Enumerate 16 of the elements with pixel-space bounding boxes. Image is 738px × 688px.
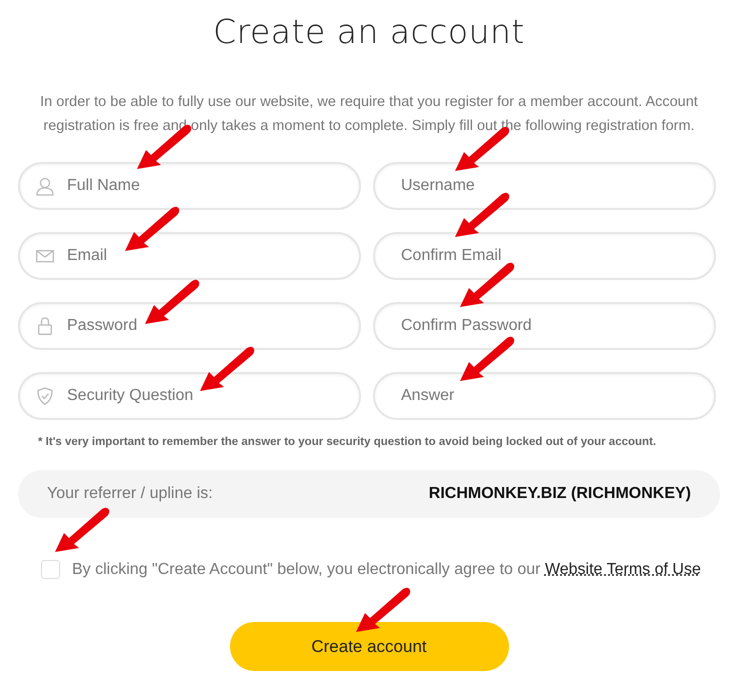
input-field[interactable]: Password [18,302,361,350]
agreement-text: By clicking "Create Account" below, you electronically agree to our Website Terms of Use [72,560,701,580]
footnote-text: * It's very important to remember the answer to your security question to avoid being locked out of your account. [38,434,658,450]
input-field[interactable]: Confirm Email [373,232,716,280]
input-field[interactable]: Email [18,232,361,280]
input-field[interactable]: Security Question [18,372,361,420]
terms-link[interactable]: Website Terms of Use [544,560,701,578]
input-field[interactable]: Full Name [18,162,361,210]
input-field[interactable]: Username [373,162,716,210]
input-field[interactable]: Answer [373,372,716,420]
input-field[interactable]: Confirm Password [373,302,716,350]
referrer-label: Your referrer / upline is: [47,484,213,504]
create-account-button[interactable]: Create account [230,622,508,671]
page-title: Create an account [212,12,526,52]
referrer-value: RICHMONKEY.BIZ (RICHMONKEY) [428,484,691,504]
checkbox[interactable] [41,560,60,580]
